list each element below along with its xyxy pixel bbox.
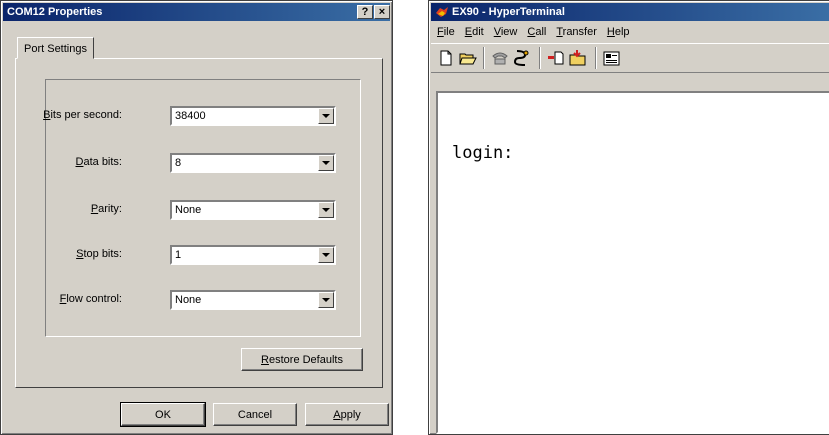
properties-icon[interactable] [601,47,623,69]
chevron-down-icon[interactable] [318,108,334,124]
stop-bits-select[interactable]: 1 [170,245,336,265]
hyperterminal-app-icon [435,6,449,18]
chevron-down-icon[interactable] [318,202,334,218]
flow-control-select[interactable]: None [170,290,336,310]
receive-icon[interactable] [567,47,589,69]
apply-button[interactable]: Apply [305,403,389,426]
help-button[interactable]: ? [357,5,373,19]
chevron-down-icon[interactable] [318,292,334,308]
cancel-button[interactable]: Cancel [213,403,297,426]
menu-bar: File Edit View Call Transfer Help [429,23,829,41]
hyperterminal-title: EX90 - HyperTerminal [452,6,565,18]
menu-item-help[interactable]: Help [602,26,635,38]
toolbar-separator [483,47,485,69]
chevron-down-icon[interactable] [318,155,334,171]
port-settings-group: Bits per second: 38400 Data bits: 8 Pari… [43,79,361,337]
toolbar-separator [595,47,597,69]
stop-bits-row: Stop bits: 1 [46,245,360,267]
data-bits-label: Data bits: [75,156,122,168]
terminal-output: login: [452,143,514,163]
parity-label: Parity: [90,203,122,215]
hyperterminal-window: EX90 - HyperTerminal File Edit View Call… [428,0,829,435]
disconnect-icon[interactable] [511,47,533,69]
bits-per-second-label: Bits per second: [43,109,122,121]
new-connection-icon[interactable] [435,47,457,69]
tab-port-settings[interactable]: Port Settings [17,37,94,59]
bits-per-second-select[interactable]: 38400 [170,106,336,126]
restore-defaults-button[interactable]: Restore Defaults [241,348,363,371]
bits-per-second-value: 38400 [175,110,206,122]
flow-control-label: Flow control: [59,293,122,305]
close-button[interactable]: × [374,5,390,19]
bits-per-second-row: Bits per second: 38400 [43,106,360,128]
parity-value: None [175,204,202,216]
send-icon[interactable] [545,47,567,69]
data-bits-select[interactable]: 8 [170,153,336,173]
phone-icon[interactable] [489,47,511,69]
flow-control-value: None [175,294,202,306]
menu-item-call[interactable]: Call [522,26,551,38]
menu-item-file[interactable]: File [432,26,460,38]
terminal-area[interactable]: login: [436,91,829,434]
toolbar-separator [539,47,541,69]
flow-control-row: Flow control: None [46,290,360,312]
toolbar [431,43,829,73]
dialog-titlebar: COM12 Properties ? × [3,3,390,21]
stop-bits-value: 1 [175,249,182,261]
dialog-title: COM12 Properties [7,6,103,18]
menu-item-edit[interactable]: Edit [460,26,489,38]
data-bits-value: 8 [175,157,182,169]
menu-item-view[interactable]: View [489,26,523,38]
chevron-down-icon[interactable] [318,247,334,263]
data-bits-row: Data bits: 8 [46,153,360,175]
stop-bits-label: Stop bits: [76,248,122,260]
menu-item-transfer[interactable]: Transfer [551,26,602,38]
ok-button[interactable]: OK [120,402,206,427]
com12-properties-dialog: COM12 Properties ? × Port Settings Bits … [0,0,393,435]
parity-row: Parity: None [46,200,360,222]
parity-select[interactable]: None [170,200,336,220]
hyperterminal-titlebar: EX90 - HyperTerminal [431,3,829,21]
open-folder-icon[interactable] [457,47,479,69]
